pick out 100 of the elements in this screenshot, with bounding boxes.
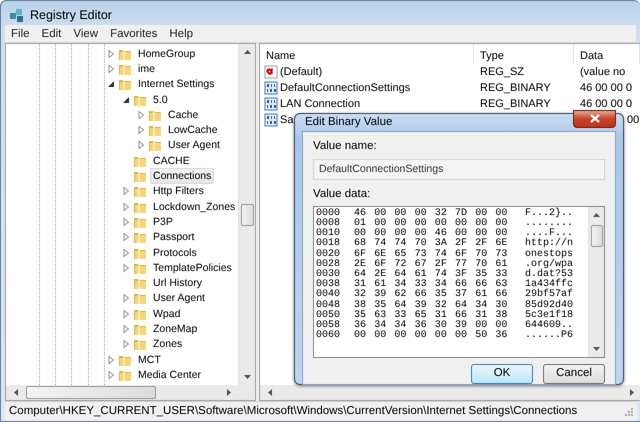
expand-arrow-icon[interactable]	[121, 293, 131, 304]
scroll-down-icon[interactable]	[593, 346, 600, 351]
resize-grip-icon[interactable]	[624, 407, 633, 416]
hex-bytes: 64 2E 64 61 74 3F 35 33	[354, 270, 508, 280]
scrollbar-thumb[interactable]	[26, 386, 156, 399]
expand-arrow-icon[interactable]	[136, 140, 146, 150]
tree-item[interactable]: Http Filters	[150, 183, 207, 200]
expand-arrow-icon[interactable]	[106, 370, 116, 380]
expand-arrow-icon[interactable]	[136, 110, 146, 120]
expand-arrow-icon[interactable]	[121, 202, 131, 212]
horizontal-scrollbar[interactable]	[6, 385, 255, 400]
scrollbar-thumb[interactable]	[240, 204, 254, 226]
menu-item[interactable]: View	[67, 25, 104, 42]
value-type: REG_BINARY	[480, 80, 551, 96]
scrollbar-thumb[interactable]	[590, 224, 602, 247]
hex-ascii: 29bf57af	[525, 290, 574, 300]
scroll-up-icon[interactable]	[593, 212, 600, 217]
collapse-arrow-icon[interactable]	[121, 94, 131, 105]
hex-offset: 0048	[316, 300, 342, 311]
value-data: 46 00 00 0	[580, 96, 632, 112]
tree-item[interactable]: Protocols	[150, 244, 200, 261]
menu-item[interactable]: File	[5, 25, 36, 42]
value-name[interactable]: DefaultConnectionSettings	[280, 80, 410, 96]
expand-arrow-icon[interactable]	[121, 324, 131, 334]
menu-item[interactable]: Help	[163, 25, 200, 42]
hex-ascii: 644609..	[525, 320, 574, 331]
expand-arrow-icon[interactable]	[121, 248, 131, 258]
scroll-up-icon[interactable]	[244, 50, 250, 54]
scroll-left-icon[interactable]	[14, 389, 18, 396]
value-data: 46 00 00 0	[580, 80, 632, 96]
hex-offset: 0000	[316, 208, 342, 219]
tree-item[interactable]: Connections	[150, 168, 214, 184]
column-header[interactable]: Name	[260, 44, 474, 64]
expand-arrow-icon[interactable]	[121, 262, 131, 273]
tree-item[interactable]: ZoneMap	[150, 321, 200, 337]
folder-icon	[133, 337, 147, 352]
tree-item[interactable]: Internet Settings	[135, 76, 218, 92]
ok-button[interactable]: OK	[471, 364, 533, 384]
tree-item[interactable]: Cache	[165, 106, 202, 123]
column-header[interactable]: Type	[474, 44, 574, 64]
menu-item[interactable]: Favorites	[104, 25, 164, 42]
status-path: Computer\HKEY_CURRENT_USER\Software\Microsoft\Windows\CurrentVersion\Internet Settings\Connections	[9, 404, 578, 419]
value-name[interactable]: (Default)	[280, 64, 322, 80]
expand-arrow-icon[interactable]	[106, 64, 116, 74]
scroll-left-icon[interactable]	[268, 389, 272, 396]
hex-bytes: 35 63 33 65 31 66 31 38	[354, 310, 508, 321]
tree-item[interactable]: Passport	[150, 229, 198, 246]
close-button[interactable]	[573, 110, 616, 128]
tree-item[interactable]: Wpad	[150, 306, 184, 322]
scroll-right-icon[interactable]	[227, 389, 231, 396]
tree-item[interactable]: 5.0	[150, 92, 171, 108]
registry-icon	[9, 7, 25, 23]
expand-arrow-icon[interactable]	[121, 308, 131, 319]
tree-item[interactable]: Url History	[150, 275, 205, 292]
expand-arrow-icon[interactable]	[121, 232, 131, 242]
hex-bytes: 31 61 34 33 34 66 66 63	[354, 280, 508, 290]
tree-item[interactable]: ime	[135, 60, 158, 77]
binary-value-icon	[264, 113, 278, 127]
tree-item[interactable]: Lockdown_Zones	[150, 198, 238, 215]
tree-item[interactable]: TemplatePolicies	[150, 260, 235, 276]
tree-item[interactable]: User Agent	[150, 290, 208, 306]
horizontal-scrollbar[interactable]	[260, 385, 640, 400]
value-name[interactable]: LAN Connection	[280, 96, 360, 112]
tree-item[interactable]: MCT	[135, 352, 164, 368]
value-name[interactable]: Sa	[280, 112, 294, 128]
hex-bytes: 36 34 34 36 30 39 00 00	[354, 320, 508, 331]
dialog-title: Edit Binary Value	[305, 115, 392, 130]
hex-offset: 0008	[316, 218, 342, 229]
tree-item[interactable]: CACHE	[150, 152, 193, 169]
expand-arrow-icon[interactable]	[106, 48, 116, 59]
vertical-scrollbar[interactable]	[238, 44, 255, 385]
string-value-icon	[264, 65, 278, 79]
value-data-field[interactable]	[313, 206, 605, 358]
scroll-right-icon[interactable]	[630, 389, 634, 396]
folder-icon	[133, 184, 147, 198]
expand-arrow-icon[interactable]	[106, 354, 116, 365]
tree-item[interactable]: Zones	[150, 336, 186, 352]
expand-arrow-icon[interactable]	[136, 125, 146, 136]
collapse-arrow-icon[interactable]	[106, 79, 116, 90]
value-name-label: Value name:	[313, 139, 378, 154]
expand-arrow-icon[interactable]	[121, 216, 131, 227]
menu-item[interactable]: Edit	[36, 25, 68, 42]
tree-item[interactable]: User Agent	[165, 137, 223, 154]
hex-ascii: onestops	[525, 250, 574, 260]
folder-icon	[133, 169, 147, 184]
hex-bytes: 01 00 00 00 00 00 00 00	[354, 218, 508, 229]
value-name-field[interactable]: DefaultConnectionSettings	[313, 158, 605, 180]
column-header[interactable]: Data	[574, 44, 640, 64]
tree-item[interactable]: P3P	[150, 214, 176, 230]
hex-offset: 0038	[316, 280, 342, 290]
expand-arrow-icon[interactable]	[121, 339, 131, 350]
expand-arrow-icon[interactable]	[121, 186, 131, 196]
tree-item[interactable]: LowCache	[165, 122, 221, 138]
value-data: 00	[627, 112, 640, 128]
cancel-button[interactable]: Cancel	[543, 364, 605, 384]
scroll-down-icon[interactable]	[244, 375, 250, 379]
hex-ascii: 85d92d40	[525, 300, 574, 311]
tree-item[interactable]: HomeGroup	[135, 46, 198, 62]
folder-icon	[133, 276, 147, 290]
tree-item[interactable]: Media Center	[135, 366, 204, 383]
